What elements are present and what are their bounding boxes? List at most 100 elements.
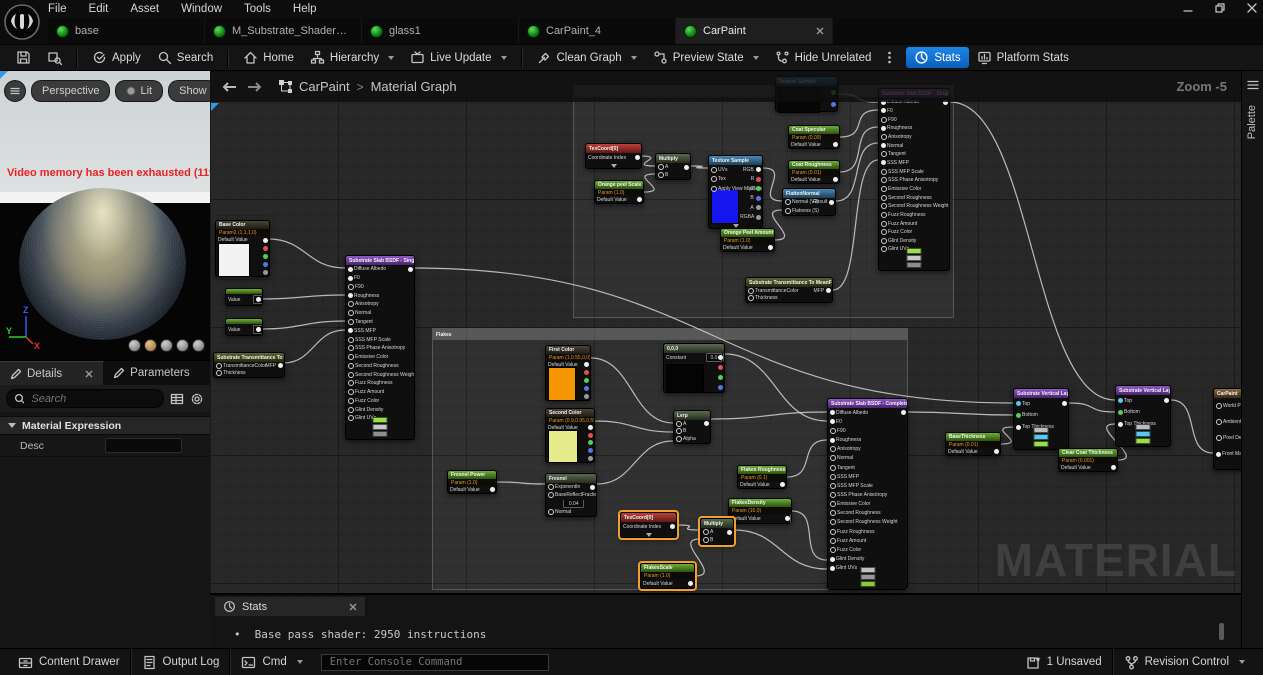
pin[interactable] <box>348 363 354 369</box>
live-update-button[interactable]: Live Update <box>402 47 514 68</box>
breadcrumb-root[interactable]: CarPaint <box>299 79 350 94</box>
pin[interactable] <box>1111 465 1116 470</box>
pin[interactable] <box>703 529 709 535</box>
graph-node-base-color[interactable]: Base ColorParam2 (1,1,1,0)Default Value <box>215 220 270 277</box>
pin[interactable] <box>881 195 887 201</box>
pin[interactable] <box>881 177 887 183</box>
pin[interactable] <box>584 362 589 367</box>
pin[interactable] <box>584 394 589 399</box>
gear-icon[interactable] <box>190 392 204 406</box>
pin[interactable] <box>348 276 353 281</box>
menu-asset[interactable]: Asset <box>130 3 159 15</box>
graph-node-output-carpaint[interactable]: CarPaintWorld Position OffsetAmbient Occ… <box>1213 388 1241 470</box>
pin[interactable] <box>348 284 354 290</box>
graph-node-lerp[interactable]: LerpABAlpha <box>673 410 711 444</box>
graph-node-base-thickness[interactable]: BaseThicknessParam (0.01)Default Value0.… <box>945 432 1001 456</box>
graph-node-substrate-slab-complete[interactable]: Substrate Slab BSDF - CompleteSpecialDif… <box>827 398 908 590</box>
graph-node-clear-coat-thickness[interactable]: Clear Coat ThicknessParam (0.001)Default… <box>1058 448 1118 472</box>
pin[interactable] <box>1216 452 1221 457</box>
pin[interactable] <box>881 151 887 157</box>
output-log-button[interactable]: Output Log <box>132 649 230 675</box>
graph-node-fresnel-power[interactable]: Fresnel PowerParam (1.0)Default Value1.0 <box>447 470 497 494</box>
search-input[interactable] <box>29 392 156 406</box>
graph-node-fresnel[interactable]: FresnelExponentInBaseReflectFractionIn0.… <box>545 473 597 517</box>
graph-node-coat-specular[interactable]: Coat SpecularParam (0.09)Default Value0.… <box>788 125 840 149</box>
graph-node-flakes-scale[interactable]: FlakesScaleParam (1.0)Default Value1.0 <box>640 563 695 589</box>
material-expression-section-header[interactable]: Material Expression <box>0 416 210 435</box>
pin[interactable] <box>785 199 791 205</box>
pin[interactable] <box>348 389 354 395</box>
pin[interactable] <box>718 365 723 370</box>
pin[interactable] <box>881 117 887 123</box>
pin[interactable] <box>1216 419 1222 425</box>
pin[interactable] <box>676 428 682 434</box>
details-search-box[interactable] <box>6 389 164 408</box>
graph-node-multiply-1[interactable]: MultiplyAB <box>655 153 691 180</box>
graph-node-second-color[interactable]: Second ColorParam (0.9,0.95,0.55,0)Defau… <box>545 408 595 463</box>
pin[interactable] <box>348 310 354 316</box>
pin[interactable] <box>830 492 836 498</box>
pin[interactable] <box>830 566 835 571</box>
pin[interactable] <box>881 160 886 165</box>
stats-button[interactable]: Stats <box>906 47 968 68</box>
pin[interactable] <box>588 440 593 445</box>
graph-node-vertical-layer-1[interactable]: Substrate Vertical LayerTopBottomTop Thi… <box>1013 388 1069 450</box>
lit-dropdown[interactable]: Lit <box>115 80 163 102</box>
console-input[interactable] <box>328 655 542 669</box>
graph-node-flatten-normal[interactable]: FlattenNormalNormal (V3)ResultFlatness (… <box>782 188 836 216</box>
pin[interactable] <box>704 421 709 426</box>
pin[interactable] <box>833 142 838 147</box>
display-filter-icon[interactable] <box>170 392 184 406</box>
pin[interactable] <box>670 524 675 529</box>
pin[interactable] <box>348 354 354 360</box>
graph-node-first-color[interactable]: First ColorParam (1,0.55,0,0)Default Val… <box>545 345 591 401</box>
expand-caret-icon[interactable] <box>646 533 652 537</box>
home-button[interactable]: Home <box>235 47 302 68</box>
pin[interactable] <box>785 516 790 521</box>
pin[interactable] <box>348 337 354 343</box>
pin[interactable] <box>830 538 836 544</box>
shape-cylinder-button[interactable] <box>128 339 141 352</box>
pin[interactable] <box>588 448 593 453</box>
pin[interactable] <box>830 519 836 525</box>
pin[interactable] <box>830 410 835 415</box>
close-tab-icon[interactable] <box>349 603 357 611</box>
pin[interactable] <box>703 537 709 543</box>
save-button[interactable] <box>8 47 39 68</box>
close-icon[interactable] <box>1247 3 1257 13</box>
pin[interactable] <box>348 319 354 325</box>
graph-node-value-a[interactable]: Value0.5 <box>225 288 263 306</box>
graph-node-texcoord-1[interactable]: TexCoord[0]Coordinate Index0 <box>585 143 642 169</box>
pin[interactable] <box>348 301 354 307</box>
pin[interactable] <box>994 449 999 454</box>
pin[interactable] <box>881 212 887 218</box>
viewport-menu-button[interactable] <box>4 80 26 102</box>
pin[interactable] <box>830 501 836 507</box>
pin[interactable] <box>881 169 887 175</box>
pin[interactable] <box>881 203 887 209</box>
minimize-icon[interactable] <box>1183 3 1193 13</box>
pin[interactable] <box>756 215 761 220</box>
pin[interactable] <box>637 197 642 202</box>
revision-control-button[interactable]: Revision Control <box>1114 649 1255 675</box>
pin[interactable] <box>584 386 589 391</box>
unsaved-indicator[interactable]: 1 Unsaved <box>1016 649 1112 675</box>
scrollbar[interactable] <box>1219 623 1224 640</box>
clean-graph-button[interactable]: Clean Graph <box>529 47 645 68</box>
pin[interactable] <box>830 529 836 535</box>
pin[interactable] <box>748 288 754 294</box>
pin[interactable] <box>881 246 887 252</box>
pin[interactable] <box>711 167 717 173</box>
shape-plane-button[interactable] <box>176 339 189 352</box>
more-options-button[interactable] <box>879 47 900 68</box>
hide-unrelated-button[interactable]: Hide Unrelated <box>767 47 880 68</box>
pin[interactable] <box>278 363 283 368</box>
graph-node-transmittance-2[interactable]: Substrate Transmittance To MeanFreePathT… <box>745 277 833 303</box>
pin[interactable] <box>584 378 589 383</box>
graph-node-constant3-000[interactable]: 0,0,0Constant0.00.00.0 <box>663 343 725 393</box>
tab-details[interactable]: Details <box>0 361 103 385</box>
graph-node-value-b[interactable]: Value0.5 <box>225 318 263 336</box>
pin[interactable] <box>881 134 887 140</box>
pin[interactable] <box>881 108 886 113</box>
pin[interactable] <box>756 196 761 201</box>
